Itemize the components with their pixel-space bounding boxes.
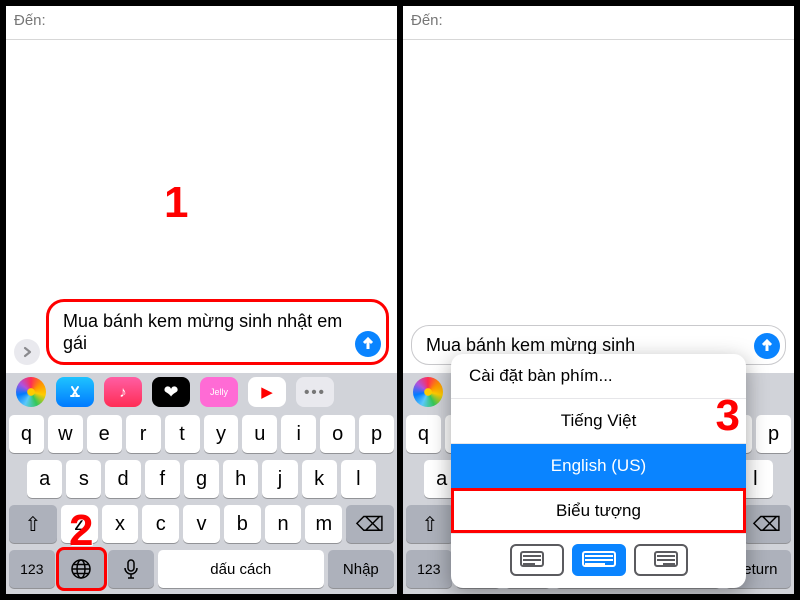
key-r[interactable]: r <box>126 415 161 453</box>
key-c[interactable]: c <box>142 505 179 543</box>
key-f[interactable]: f <box>145 460 180 498</box>
key-y[interactable]: y <box>204 415 239 453</box>
key-p[interactable]: p <box>756 415 791 453</box>
conversation-area: Mua bánh kem mừng sinh <box>403 40 794 373</box>
key-w[interactable]: w <box>48 415 83 453</box>
key-u[interactable]: u <box>242 415 277 453</box>
key-t[interactable]: t <box>165 415 200 453</box>
keyboard-mode-right[interactable] <box>634 544 688 576</box>
keyboard-mode-row <box>451 533 746 588</box>
key-v[interactable]: v <box>183 505 220 543</box>
left-screenshot: Đến: 1 Mua bánh kem mừng sinh nhật em gá… <box>6 6 400 594</box>
more-apps-icon[interactable]: ••• <box>296 377 334 407</box>
right-screenshot: Đến: Mua bánh kem mừng sinh ♪ ❤ Jelly ▶ … <box>400 6 794 594</box>
keyboard-mode-full[interactable] <box>572 544 626 576</box>
key-m[interactable]: m <box>305 505 342 543</box>
key-d[interactable]: d <box>105 460 140 498</box>
key-k[interactable]: k <box>302 460 337 498</box>
keyboard-language-picker: Cài đặt bàn phím... Tiếng Việt English (… <box>451 354 746 588</box>
key-z[interactable]: z <box>61 505 98 543</box>
key-e[interactable]: e <box>87 415 122 453</box>
keyboard: 3 Cài đặt bàn phím... Tiếng Việt English… <box>403 411 794 594</box>
key-a[interactable]: a <box>27 460 62 498</box>
key-l[interactable]: l <box>341 460 376 498</box>
expand-apps-button[interactable] <box>14 339 40 365</box>
photos-app-icon[interactable] <box>16 377 46 407</box>
message-text: Mua bánh kem mừng sinh <box>426 335 635 355</box>
language-option-english[interactable]: English (US) <box>451 443 746 488</box>
shift-key[interactable]: ⇧ <box>9 505 57 543</box>
appstore-app-icon[interactable] <box>56 377 94 407</box>
backspace-key[interactable]: ⌫ <box>743 505 791 543</box>
key-h[interactable]: h <box>223 460 258 498</box>
send-button[interactable] <box>754 333 780 359</box>
keyboard-mode-left[interactable] <box>510 544 564 576</box>
globe-key[interactable] <box>59 550 105 588</box>
globe-icon <box>70 558 92 580</box>
key-j[interactable]: j <box>262 460 297 498</box>
microphone-icon <box>123 559 139 579</box>
shift-key[interactable]: ⇧ <box>406 505 454 543</box>
numbers-key[interactable]: 123 <box>406 550 452 588</box>
key-i[interactable]: i <box>281 415 316 453</box>
dictation-key[interactable] <box>108 550 154 588</box>
key-o[interactable]: o <box>320 415 355 453</box>
language-option-vietnamese[interactable]: Tiếng Việt <box>451 398 746 443</box>
key-g[interactable]: g <box>184 460 219 498</box>
message-input[interactable]: Mua bánh kem mừng sinh nhật em gái <box>46 299 389 365</box>
youtube-app-icon[interactable]: ▶ <box>248 377 286 407</box>
key-q[interactable]: q <box>9 415 44 453</box>
digital-touch-icon[interactable]: ❤ <box>152 377 190 407</box>
return-key[interactable]: Nhập <box>328 550 394 588</box>
key-q[interactable]: q <box>406 415 441 453</box>
annotation-1: 1 <box>164 178 188 228</box>
key-x[interactable]: x <box>102 505 139 543</box>
sticker-app-icon[interactable]: Jelly <box>200 377 238 407</box>
key-b[interactable]: b <box>224 505 261 543</box>
language-option-emoji[interactable]: Biểu tượng <box>451 488 746 533</box>
app-strip: ♪ ❤ Jelly ▶ ••• <box>6 373 397 411</box>
numbers-key[interactable]: 123 <box>9 550 55 588</box>
keyboard-settings-option[interactable]: Cài đặt bàn phím... <box>451 354 746 398</box>
space-key[interactable]: dấu cách <box>158 550 324 588</box>
photos-app-icon[interactable] <box>413 377 443 407</box>
key-s[interactable]: s <box>66 460 101 498</box>
backspace-key[interactable]: ⌫ <box>346 505 394 543</box>
to-field[interactable]: Đến: <box>403 6 794 40</box>
key-n[interactable]: n <box>265 505 302 543</box>
to-field[interactable]: Đến: <box>6 6 397 40</box>
key-p[interactable]: p <box>359 415 394 453</box>
message-text: Mua bánh kem mừng sinh nhật em gái <box>63 311 342 353</box>
music-app-icon[interactable]: ♪ <box>104 377 142 407</box>
keyboard: q w e r t y u i o p a s d f g h j k <box>6 411 397 594</box>
conversation-area: 1 Mua bánh kem mừng sinh nhật em gái <box>6 40 397 373</box>
send-button[interactable] <box>355 331 381 357</box>
